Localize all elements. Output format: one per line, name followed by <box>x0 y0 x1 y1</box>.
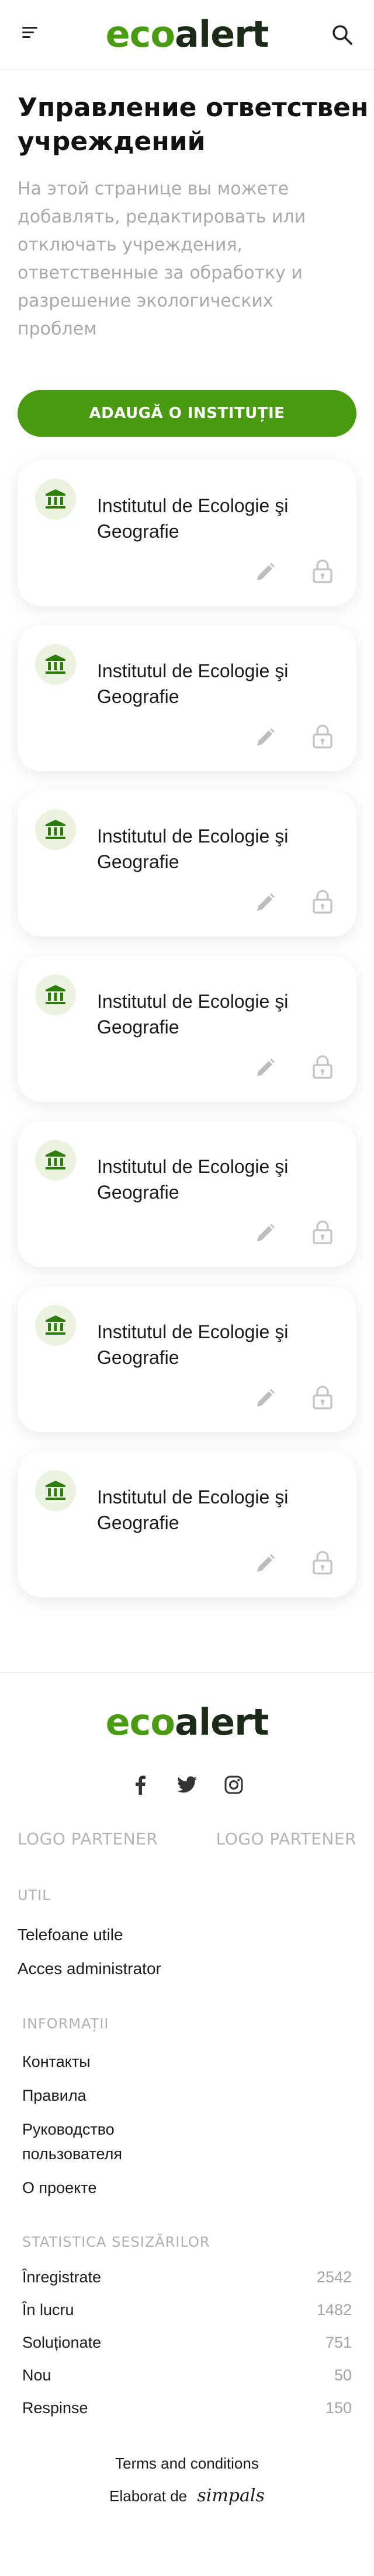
institution-name: Institutul de Ecologie şi Geografie <box>97 1156 289 1203</box>
logo-alert: alert <box>175 13 269 55</box>
bank-building-icon <box>35 809 76 850</box>
institution-card[interactable]: Institutul de Ecologie şi Geografie <box>18 1121 356 1267</box>
pencil-icon[interactable] <box>254 1056 277 1080</box>
user-guide-link[interactable]: Руководство пользователя <box>22 2117 198 2166</box>
page-title: Управление ответствен учреждений <box>18 91 368 159</box>
institution-card[interactable]: Institutul de Ecologie şi Geografie <box>18 625 356 771</box>
admin-access-link[interactable]: Acces administrator <box>18 1959 356 1978</box>
stat-label: Înregistrate <box>22 2268 102 2286</box>
footer-logo-eco: eco <box>105 1701 175 1743</box>
institution-name: Institutul de Ecologie şi Geografie <box>97 1487 289 1533</box>
pencil-icon[interactable] <box>254 1552 277 1575</box>
credit: Elaborat de simpals <box>0 2486 374 2514</box>
page-title-line1: Управление ответствен <box>18 93 369 123</box>
lock-icon[interactable] <box>311 1219 334 1245</box>
footer-logo[interactable]: ecoalert <box>0 1703 374 1742</box>
pencil-icon[interactable] <box>254 891 277 914</box>
site-header: ecoalert <box>0 0 374 70</box>
footer-logo-alert: alert <box>175 1701 269 1743</box>
institution-name: Institutul de Ecologie şi Geografie <box>97 1321 289 1368</box>
page-header: Управление ответствен учреждений На этой… <box>0 70 374 343</box>
bank-building-icon <box>35 974 76 1015</box>
lock-icon[interactable] <box>311 1384 334 1410</box>
institution-card[interactable]: Institutul de Ecologie şi Geografie <box>18 1286 356 1432</box>
stat-value: 50 <box>334 2366 352 2384</box>
lock-icon[interactable] <box>311 1054 334 1080</box>
stat-value: 150 <box>325 2399 352 2417</box>
stat-label: În lucru <box>22 2301 74 2319</box>
stat-label: Nou <box>22 2366 51 2384</box>
lock-icon[interactable] <box>311 723 334 749</box>
bank-building-icon <box>35 1140 76 1181</box>
stat-row: Nou 50 <box>22 2359 352 2391</box>
page-description: На этой странице вы можете добавлять, ре… <box>18 179 306 339</box>
footer-info-section: INFORMAȚII Контакты Правила Руководство … <box>0 2015 374 2200</box>
facebook-icon[interactable] <box>130 1774 151 1795</box>
bank-building-icon <box>35 644 76 685</box>
logo-eco: eco <box>105 13 175 55</box>
terms-link[interactable]: Terms and conditions <box>0 2455 374 2473</box>
site-footer: ecoalert LOGO PARTENER LOGO PARTENER UTI… <box>0 1672 374 2514</box>
search-icon[interactable] <box>331 23 354 47</box>
stat-row: Înregistrate 2542 <box>22 2261 352 2293</box>
institution-name: Institutul de Ecologie şi Geografie <box>97 660 289 707</box>
page-title-line2: учреждений <box>18 127 206 156</box>
institution-name: Institutul de Ecologie şi Geografie <box>97 495 289 542</box>
site-logo[interactable]: ecoalert <box>0 15 374 54</box>
credit-prefix: Elaborat de <box>109 2487 188 2505</box>
lock-icon[interactable] <box>311 558 334 584</box>
about-link[interactable]: О проекте <box>22 2175 352 2200</box>
pencil-icon[interactable] <box>254 1221 277 1245</box>
stats-title: STATISTICA SESIZĂRILOR <box>22 2234 210 2250</box>
stat-row: Respinse 150 <box>22 2391 352 2424</box>
util-title: UTIL <box>18 1887 51 1903</box>
footer-util-section: UTIL Telefoane utile Acces administrator <box>0 1887 374 1978</box>
institution-name: Institutul de Ecologie şi Geografie <box>97 826 289 872</box>
pencil-icon[interactable] <box>254 1387 277 1410</box>
useful-phones-link[interactable]: Telefoane utile <box>18 1926 356 1944</box>
institution-name: Institutul de Ecologie şi Geografie <box>97 991 289 1038</box>
partner-logo[interactable]: LOGO PARTENER <box>216 1829 356 1849</box>
stat-value: 1482 <box>316 2301 352 2319</box>
stat-row: În lucru 1482 <box>22 2293 352 2326</box>
stat-value: 2542 <box>316 2268 352 2286</box>
social-links <box>0 1774 374 1795</box>
pencil-icon[interactable] <box>254 726 277 749</box>
lock-icon[interactable] <box>311 1550 334 1575</box>
institution-card[interactable]: Institutul de Ecologie şi Geografie <box>18 956 356 1102</box>
bank-building-icon <box>35 1305 76 1346</box>
institution-card[interactable]: Institutul de Ecologie şi Geografie <box>18 791 356 937</box>
instagram-icon[interactable] <box>223 1774 244 1795</box>
bank-building-icon <box>35 479 76 520</box>
rules-link[interactable]: Правила <box>22 2083 352 2108</box>
stat-value: 751 <box>325 2334 352 2351</box>
institution-card[interactable]: Institutul de Ecologie şi Geografie <box>18 460 356 606</box>
stat-row: Soluționate 751 <box>22 2326 352 2359</box>
pencil-icon[interactable] <box>254 561 277 584</box>
institution-card[interactable]: Institutul de Ecologie şi Geografie <box>18 1451 356 1597</box>
institution-list: Institutul de Ecologie şi Geografie Insti… <box>0 437 374 1597</box>
contacts-link[interactable]: Контакты <box>22 2049 352 2074</box>
stats-list: Înregistrate 2542 În lucru 1482 Soluționate 7… <box>22 2261 352 2424</box>
stat-label: Soluționate <box>22 2334 102 2351</box>
twitter-icon[interactable] <box>176 1774 198 1795</box>
simpals-logo[interactable]: simpals <box>197 2486 265 2506</box>
info-title: INFORMAȚII <box>22 2015 109 2032</box>
footer-stats-section: STATISTICA SESIZĂRILOR Înregistrate 2542 Î… <box>0 2234 374 2424</box>
partner-logo[interactable]: LOGO PARTENER <box>18 1829 158 1849</box>
add-institution-button[interactable]: ADAUGĂ O INSTITUȚIE <box>18 390 356 437</box>
bank-building-icon <box>35 1470 76 1511</box>
lock-icon[interactable] <box>311 889 334 914</box>
partner-logos: LOGO PARTENER LOGO PARTENER <box>0 1829 374 1849</box>
stat-label: Respinse <box>22 2399 88 2417</box>
